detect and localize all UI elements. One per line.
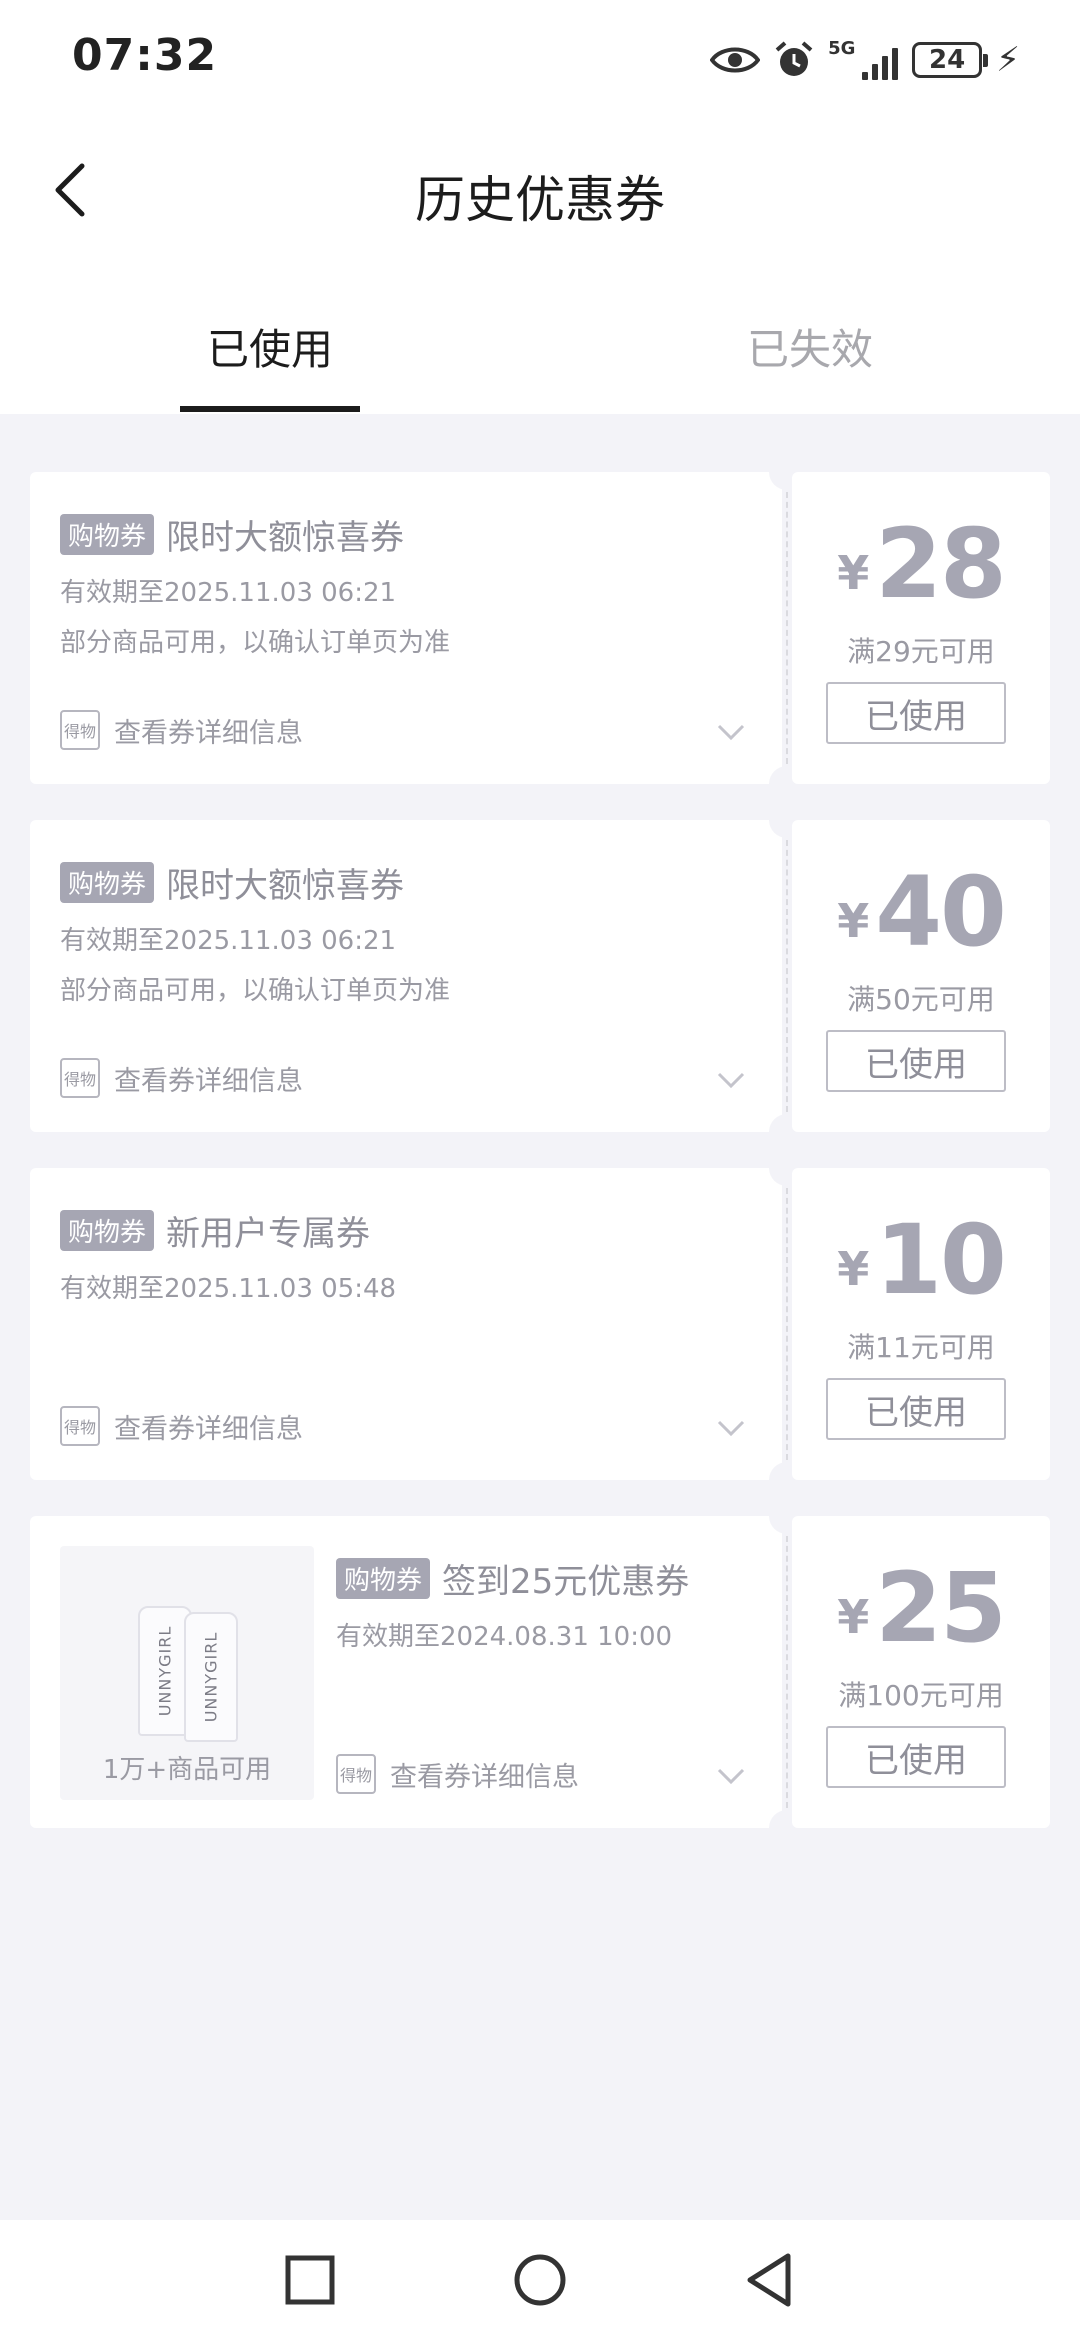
status-icons: 5G 24 ⚡ (710, 30, 1020, 90)
chevron-down-icon[interactable] (716, 1070, 746, 1090)
coupon-scope: 部分商品可用，以确认订单页为准 (60, 628, 451, 658)
product-image: UNNYGIRL UNNYGIRL 1万+商品可用 (60, 1546, 314, 1800)
chevron-down-icon[interactable] (716, 1418, 746, 1438)
coupon-validity: 有效期至2025.11.03 05:48 (60, 1274, 397, 1304)
product-tube: UNNYGIRL (184, 1612, 238, 1742)
coupon-card[interactable]: 购物券 限时大额惊喜券 有效期至2025.11.03 06:21 部分商品可用，… (30, 802, 1050, 1150)
eye-icon (710, 47, 761, 73)
coupon-info: 购物券 限时大额惊喜券 有效期至2025.11.03 06:21 部分商品可用，… (30, 820, 782, 1132)
amount-value: 25 (875, 1552, 1007, 1664)
coupon-value: ¥25 满100元可用 已使用 (792, 1516, 1050, 1828)
used-status-button: 已使用 (826, 682, 1006, 744)
coupon-amount: ¥28 (792, 508, 1050, 620)
coupon-info: 购物券 新用户专属券 有效期至2025.11.03 05:48 得物 查看券详细… (30, 1168, 782, 1480)
back-icon[interactable] (738, 2248, 802, 2312)
coupon-info: 购物券 限时大额惊喜券 有效期至2025.11.03 06:21 部分商品可用，… (30, 472, 782, 784)
coupon-validity: 有效期至2025.11.03 06:21 (60, 926, 397, 956)
network-type: 5G (828, 38, 856, 59)
dewu-logo-icon: 得物 (60, 710, 100, 750)
coupon-detail-toggle[interactable]: 得物 查看券详细信息 (60, 1406, 303, 1446)
coupon-amount: ¥25 (792, 1552, 1050, 1664)
coupon-threshold: 满29元可用 (847, 635, 995, 668)
signal-icon: 5G (828, 38, 899, 80)
coupon-type-tag: 购物券 (60, 1210, 155, 1251)
coupon-card[interactable]: 购物券 限时大额惊喜券 有效期至2025.11.03 06:21 部分商品可用，… (30, 454, 1050, 802)
coupon-type-tag: 购物券 (60, 862, 155, 903)
product-brand: UNNYGIRL (155, 1625, 175, 1717)
coupon-validity: 有效期至2025.11.03 06:21 (60, 578, 397, 608)
page-title: 历史优惠券 (415, 171, 665, 229)
coupon-info: UNNYGIRL UNNYGIRL 1万+商品可用 购物券 签到25元优惠券 有… (30, 1516, 782, 1828)
dewu-logo-icon: 得物 (60, 1058, 100, 1098)
used-status-button: 已使用 (826, 1378, 1006, 1440)
coupon-value: ¥10 满11元可用 已使用 (792, 1168, 1050, 1480)
used-status-button: 已使用 (826, 1030, 1006, 1092)
amount-value: 10 (875, 1204, 1007, 1316)
coupon-divider (782, 1168, 792, 1480)
charging-icon: ⚡ (996, 40, 1020, 80)
coupon-detail-toggle[interactable]: 得物 查看券详细信息 (60, 710, 303, 750)
coupon-divider (782, 820, 792, 1132)
coupon-detail-toggle[interactable]: 得物 查看券详细信息 (336, 1754, 579, 1794)
coupon-divider (782, 472, 792, 784)
tab-used[interactable]: 已使用 (120, 316, 420, 377)
coupon-title-row: 购物券 限时大额惊喜券 (60, 858, 404, 907)
coupon-card[interactable]: 购物券 新用户专属券 有效期至2025.11.03 05:48 得物 查看券详细… (30, 1150, 1050, 1498)
status-time: 07:32 (72, 30, 218, 81)
amount-value: 28 (875, 508, 1007, 620)
detail-label: 查看券详细信息 (114, 717, 303, 749)
coupon-detail-toggle[interactable]: 得物 查看券详细信息 (60, 1058, 303, 1098)
coupon-title: 限时大额惊喜券 (166, 518, 405, 558)
chevron-down-icon[interactable] (716, 722, 746, 742)
detail-label: 查看券详细信息 (114, 1065, 303, 1097)
coupon-card[interactable]: UNNYGIRL UNNYGIRL 1万+商品可用 购物券 签到25元优惠券 有… (30, 1498, 1050, 1846)
coupon-type-tag: 购物券 (60, 514, 155, 555)
recent-apps-icon[interactable] (278, 2248, 342, 2312)
coupon-scope: 部分商品可用，以确认订单页为准 (60, 976, 451, 1006)
tab-expired[interactable]: 已失效 (660, 316, 960, 377)
coupon-threshold: 满50元可用 (847, 983, 995, 1016)
coupon-value: ¥28 满29元可用 已使用 (792, 472, 1050, 784)
coupon-title: 签到25元优惠券 (442, 1562, 690, 1602)
home-icon[interactable] (508, 2248, 572, 2312)
system-nav-bar (0, 2220, 1080, 2340)
coupon-validity: 有效期至2024.08.31 10:00 (336, 1622, 673, 1652)
dewu-logo-icon: 得物 (336, 1754, 376, 1794)
product-brand: UNNYGIRL (201, 1631, 221, 1723)
coupon-threshold: 满11元可用 (847, 1331, 995, 1364)
dewu-logo-icon: 得物 (60, 1406, 100, 1446)
battery-icon: 24 (912, 42, 989, 78)
battery-level: 24 (929, 45, 966, 75)
currency-symbol: ¥ (837, 1242, 870, 1296)
alarm-icon (775, 41, 813, 76)
coupon-title: 限时大额惊喜券 (166, 866, 405, 906)
coupon-divider (782, 1516, 792, 1828)
coupon-title-row: 购物券 签到25元优惠券 (336, 1554, 689, 1603)
coupon-title-row: 购物券 新用户专属券 (60, 1206, 370, 1255)
currency-symbol: ¥ (837, 546, 870, 600)
tab-active-indicator (180, 406, 360, 412)
coupon-amount: ¥10 (792, 1204, 1050, 1316)
coupon-value: ¥40 满50元可用 已使用 (792, 820, 1050, 1132)
coupon-type-tag: 购物券 (336, 1558, 431, 1599)
coupon-title-row: 购物券 限时大额惊喜券 (60, 510, 404, 559)
amount-value: 40 (875, 856, 1007, 968)
currency-symbol: ¥ (837, 894, 870, 948)
coupon-threshold: 满100元可用 (838, 1679, 1004, 1712)
detail-label: 查看券详细信息 (114, 1413, 303, 1445)
currency-symbol: ¥ (837, 1590, 870, 1644)
used-status-button: 已使用 (826, 1726, 1006, 1788)
detail-label: 查看券详细信息 (390, 1761, 579, 1793)
chevron-down-icon[interactable] (716, 1766, 746, 1786)
coupon-title: 新用户专属券 (166, 1214, 371, 1254)
coupon-amount: ¥40 (792, 856, 1050, 968)
product-availability: 1万+商品可用 (102, 1755, 272, 1785)
